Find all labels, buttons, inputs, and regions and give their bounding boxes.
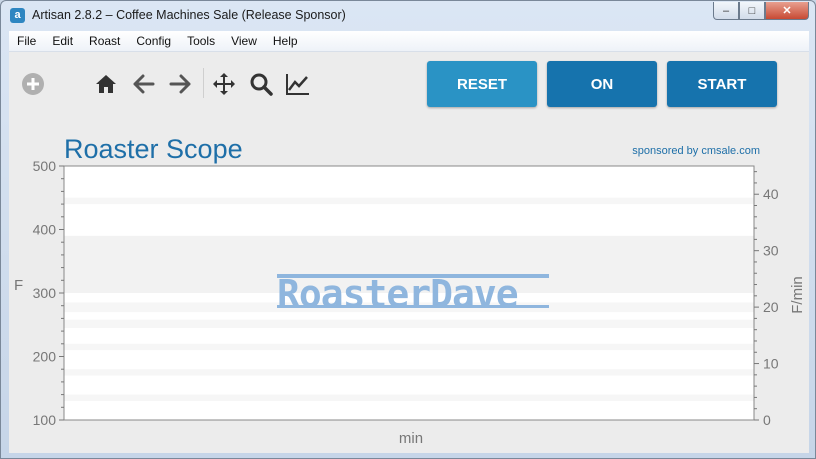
right-tick-label: 20 (763, 299, 779, 315)
x-axis-title: min (399, 430, 423, 447)
right-tick-label: 30 (763, 243, 779, 259)
left-tick-label: 500 (33, 158, 57, 174)
left-tick-label: 100 (33, 412, 57, 428)
right-tick-label: 0 (763, 412, 771, 428)
grid-band (64, 394, 754, 401)
y-axis-right-title: F/min (789, 276, 806, 314)
chart-plot[interactable]: 100 200 300 400 500 0 10 20 30 40 F F/min min (9, 52, 809, 453)
menu-config[interactable]: Config (128, 34, 179, 48)
close-button[interactable]: ✕ (765, 2, 809, 20)
grid-band (64, 319, 754, 328)
watermark-logo: RoasterDave (277, 272, 519, 316)
window-title: Artisan 2.8.2 – Coffee Machines Sale (Re… (32, 8, 346, 22)
title-bar[interactable]: a Artisan 2.8.2 – Coffee Machines Sale (… (1, 1, 815, 31)
left-tick-label: 300 (33, 285, 57, 301)
left-tick-label: 200 (33, 349, 57, 365)
menu-file[interactable]: File (9, 34, 44, 48)
menu-view[interactable]: View (223, 34, 265, 48)
menu-tools[interactable]: Tools (179, 34, 223, 48)
watermark-bar-bottom (277, 305, 549, 308)
app-icon: a (10, 8, 25, 23)
grid-band (64, 369, 754, 376)
window-controls: – □ ✕ (713, 2, 809, 20)
menu-edit[interactable]: Edit (44, 34, 81, 48)
y-axis-left-title: F (14, 277, 23, 294)
app-window: a Artisan 2.8.2 – Coffee Machines Sale (… (0, 0, 816, 459)
menu-help[interactable]: Help (265, 34, 306, 48)
grid-band (64, 343, 754, 351)
maximize-button[interactable]: □ (739, 2, 765, 20)
menu-roast[interactable]: Roast (81, 34, 128, 48)
left-tick-label: 400 (33, 222, 57, 238)
menu-bar: File Edit Roast Config Tools View Help (9, 31, 809, 52)
minimize-button[interactable]: – (713, 2, 739, 20)
right-tick-label: 10 (763, 356, 779, 372)
right-tick-label: 40 (763, 186, 779, 202)
grid-band (64, 197, 754, 205)
main-area: RESET ON START Roaster Scope sponsored b… (9, 52, 809, 453)
